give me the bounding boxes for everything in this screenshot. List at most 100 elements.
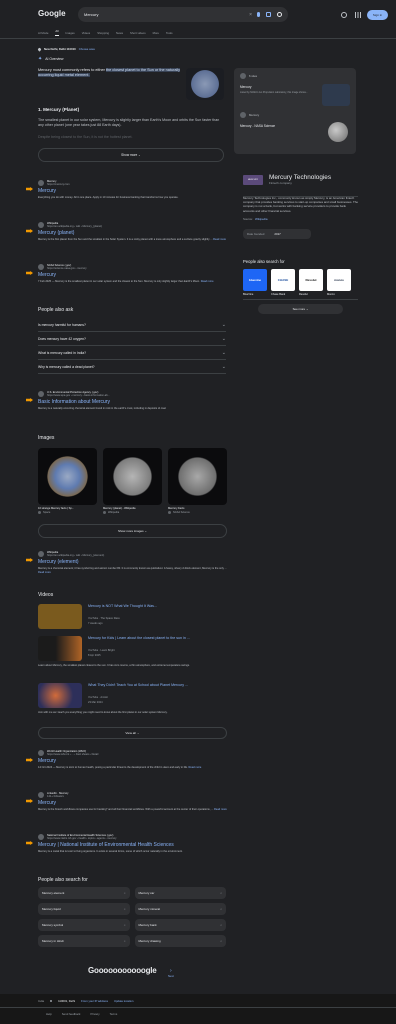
source-1-thumb[interactable] [322,84,350,106]
tab-tools[interactable]: Tools [166,31,173,35]
ai-sources-card: 6 sites Mercury Listed by NASA's Jet Pro… [234,68,356,154]
result-title[interactable]: Mercury (element) [38,559,228,565]
paa-question[interactable]: Why is mercury called a dead planet? ⌄ [38,360,226,374]
result-title[interactable]: Mercury [38,758,228,764]
result-favicon [38,792,44,798]
source-link[interactable]: Wikipedia [255,217,268,221]
mic-icon[interactable] [257,12,260,17]
image-tile[interactable] [103,448,162,505]
company-card[interactable]: bluevine BlueVine [243,268,267,296]
view-all-videos-button[interactable]: View all → [38,727,227,739]
company-logo-tile: CHASE [271,268,295,291]
search-icon: ⌕ [220,891,222,895]
ai-mercury-image[interactable] [186,68,224,100]
result-title[interactable]: Mercury [38,188,228,194]
pasf-chip[interactable]: Mercury liquid ⌕ [38,903,130,915]
video-title[interactable]: Mercury is NOT What We Thought It Was... [88,604,157,608]
read-more-link[interactable]: Read more [213,238,226,241]
footer-privacy-link[interactable]: Privacy [90,1012,99,1016]
footer-terms-link[interactable]: Terms [110,1012,118,1016]
image-tile[interactable] [168,448,227,505]
tab-all[interactable]: All [55,29,59,36]
video-item[interactable]: Mercury is NOT What We Thought It Was...… [38,604,228,630]
company-card[interactable]: monzo Monzo [327,268,351,296]
result-title[interactable]: Mercury | National Institute of Environm… [38,842,228,848]
show-more-images-button[interactable]: Show more images ⌄ [38,524,227,538]
video-thumbnail[interactable] [38,683,82,708]
image-tile[interactable] [38,448,97,505]
tab-shopping[interactable]: Shopping [97,31,109,35]
company-logo[interactable]: MERCURY [243,174,263,185]
pasf-chip[interactable]: Mercury drawing ⌕ [134,935,226,947]
read-more-link[interactable]: Read more [189,766,202,769]
result-title[interactable]: Mercury (planet) [38,230,228,236]
sources-header: 6 sites [240,73,257,79]
video-thumbnail[interactable] [38,636,82,661]
clear-icon[interactable]: × [249,12,252,18]
tab-more[interactable]: More [153,31,159,35]
search-query[interactable]: Mercury [84,12,249,17]
pasf-chip[interactable]: Mercury bank ⌕ [134,919,226,931]
search-icon: ⌕ [123,923,126,927]
choose-area-link[interactable]: Choose area [79,47,95,51]
paa-question-text: Is mercury harmful for humans? [38,322,86,327]
footer-from-ip[interactable]: From your IP address [81,999,108,1003]
pasf-chip[interactable]: Mercury mineral ⌕ [134,903,226,915]
image-caption[interactable]: Mercury (planet) - Wikipedia Wikipedia [103,507,162,514]
read-more-link[interactable]: Read more [201,280,214,283]
video-title[interactable]: Mercury for Kids | Learn about the close… [88,636,228,640]
read-more-link[interactable]: Read more [214,808,227,811]
sign-in-button[interactable]: Sign in [367,10,388,20]
search-box[interactable]: Mercury × [78,7,288,22]
result-url: https://mercury.com [47,183,70,186]
tab-news[interactable]: News [116,31,123,35]
paa-question-text: Why is mercury called a dead planet? [38,364,95,369]
pagination-next[interactable]: › Next [168,968,174,978]
source-2-title[interactable]: Mercury - NASA Science [240,124,275,128]
search-icon: ⌕ [220,923,222,927]
tab-short-videos[interactable]: Short videos [130,31,146,35]
footer-feedback-link[interactable]: Send feedback [62,1012,81,1016]
read-more-link[interactable]: Read more [38,571,51,574]
apps-icon[interactable] [355,12,361,18]
pasf-chip[interactable]: Mercury car ⌕ [134,887,226,899]
image-caption-text: Mercury (planet) - Wikipedia [103,507,136,510]
source-1-title[interactable]: Mercury [240,85,252,89]
founded-value: 2017 [274,231,281,236]
pasf-chip[interactable]: Mercury symbol ⌕ [38,919,130,931]
google-logo[interactable]: Google [38,9,66,18]
video-item[interactable]: Mercury for Kids | Learn about the close… [38,636,228,662]
footer-help-link[interactable]: Help [46,1012,52,1016]
footer: India 110001, Delhi From your IP address… [0,994,396,1024]
pasf-chip[interactable]: Mercury element ⌕ [38,887,130,899]
tab-videos[interactable]: Videos [82,31,91,35]
result-title[interactable]: Basic Information about Mercury [38,399,228,405]
video-title[interactable]: What They Didn't Teach You at School abo… [88,683,228,687]
source-2-thumb[interactable] [328,122,348,142]
image-caption[interactable]: 10 strange Mercury facts | Sp... Space [38,507,97,514]
tab-ai-mode[interactable]: AI Mode [38,31,48,35]
orange-arrow-marker [26,558,33,562]
source-1-text: Listed by NASA's Jet Propulsion Laborato… [240,91,308,94]
video-item[interactable]: What They Didn't Teach You at School abo… [38,683,228,709]
settings-icon[interactable] [341,12,347,18]
ai-show-more-button[interactable]: Show more ⌄ [38,148,224,162]
date-founded-row: Date founded 2017 [243,228,311,239]
company-card[interactable]: CHASE Chase Bank [271,268,295,296]
image-caption[interactable]: Mercury Facts NASA Science [168,507,227,514]
footer-update-location[interactable]: Update location [114,999,133,1003]
kp-see-more-button[interactable]: See more ⌄ [258,303,343,314]
pasf-chip[interactable]: Mercury in Hindi ⌕ [38,935,130,947]
tab-images[interactable]: Images [66,31,75,35]
result-title[interactable]: Mercury [38,800,228,806]
company-card[interactable]: Revolut Revolut [299,268,323,296]
sources-count[interactable]: 6 sites [249,74,257,78]
paa-question[interactable]: What is mercury called in India? ⌄ [38,346,226,360]
paa-question[interactable]: Is mercury harmful for humans? ⌄ [38,318,226,332]
result-title[interactable]: Mercury [38,272,228,278]
video-thumbnail[interactable] [38,604,82,629]
lens-icon[interactable] [266,12,271,17]
paa-question[interactable]: Does mercury have 42 oxygen? ⌄ [38,332,226,346]
chevron-down-icon: ⌄ [221,335,226,342]
search-icon[interactable] [277,12,282,17]
